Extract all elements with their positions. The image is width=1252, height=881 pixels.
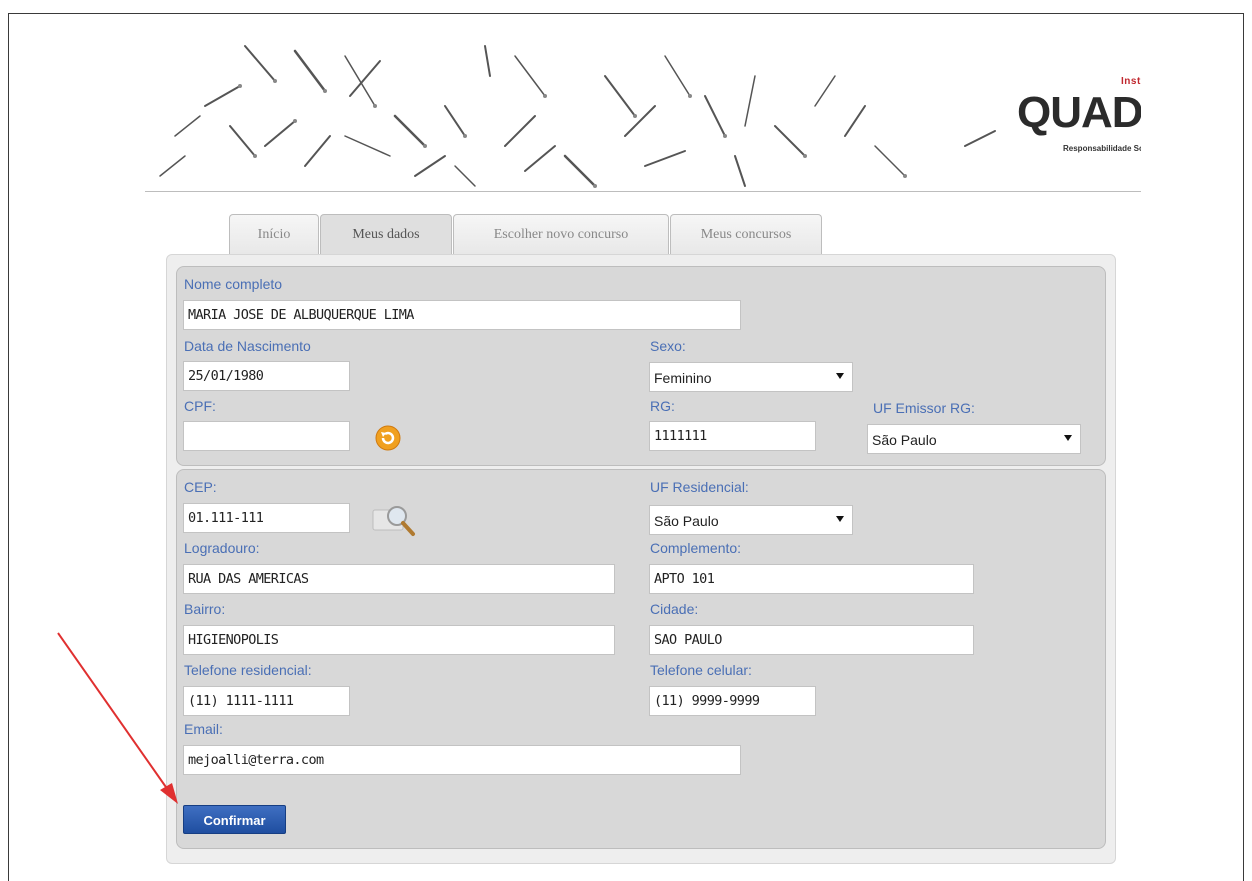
sexo-label: Sexo: [650,338,686,354]
cep-input[interactable]: 01.111-111 [183,503,350,533]
email-input[interactable]: mejoalli@terra.com [183,745,741,775]
refresh-icon[interactable] [374,424,402,452]
nome-input[interactable]: MARIA JOSE DE ALBUQUERQUE LIMA [183,300,741,330]
tab-bar: Início Meus dados Escolher novo concurso… [229,214,849,255]
rg-input[interactable]: 1111111 [649,421,816,451]
sexo-select[interactable]: Feminino [649,362,853,392]
nascimento-label: Data de Nascimento [184,338,311,354]
tab-meus-dados[interactable]: Meus dados [320,214,452,255]
quadrix-logo: Instituto QUADRIX Responsabilidade Socia… [1013,76,1141,156]
logradouro-label: Logradouro: [184,540,260,556]
cep-label: CEP: [184,479,217,495]
email-label: Email: [184,721,223,737]
telefone-residencial-input[interactable]: (11) 1111-1111 [183,686,350,716]
telefone-celular-label: Telefone celular: [650,662,752,678]
logo-subtitle: Responsabilidade Social [1063,144,1141,153]
logradouro-input[interactable]: RUA DAS AMERICAS [183,564,615,594]
chevron-down-icon [836,516,844,522]
logo-wordmark: QUADRIX [1017,88,1141,137]
telefone-residencial-label: Telefone residencial: [184,662,312,678]
uf-residencial-select[interactable]: São Paulo [649,505,853,535]
uf-emissor-rg-value: São Paulo [872,432,937,448]
uf-emissor-rg-label: UF Emissor RG: [873,400,975,416]
complemento-input[interactable]: APTO 101 [649,564,974,594]
tab-meus-concursos[interactable]: Meus concursos [670,214,822,254]
sexo-select-value: Feminino [654,370,712,386]
uf-residencial-value: São Paulo [654,513,719,529]
bairro-label: Bairro: [184,601,226,617]
cidade-input[interactable]: SAO PAULO [649,625,974,655]
uf-residencial-label: UF Residencial: [650,479,749,495]
cpf-input[interactable] [183,421,350,451]
cidade-label: Cidade: [650,601,699,617]
tab-inicio[interactable]: Início [229,214,319,254]
telefone-celular-input[interactable]: (11) 9999-9999 [649,686,816,716]
confirmar-button[interactable]: Confirmar [183,805,286,834]
dandelion-seeds-decoration [159,45,996,188]
chevron-down-icon [1064,435,1072,441]
nome-label: Nome completo [184,276,283,292]
chevron-down-icon [836,373,844,379]
bairro-input[interactable]: HIGIENOPOLIS [183,625,615,655]
uf-emissor-rg-select[interactable]: São Paulo [867,424,1081,454]
tab-escolher-novo-concurso[interactable]: Escolher novo concurso [453,214,669,254]
rg-label: RG: [650,398,675,414]
header-banner: Instituto QUADRIX Responsabilidade Socia… [145,36,1141,192]
logo-instituto-text: Instituto [1121,76,1141,87]
cpf-label: CPF: [184,398,216,414]
nascimento-input[interactable]: 25/01/1980 [183,361,350,391]
complemento-label: Complemento: [650,540,742,556]
search-magnifier-icon[interactable] [371,500,419,540]
